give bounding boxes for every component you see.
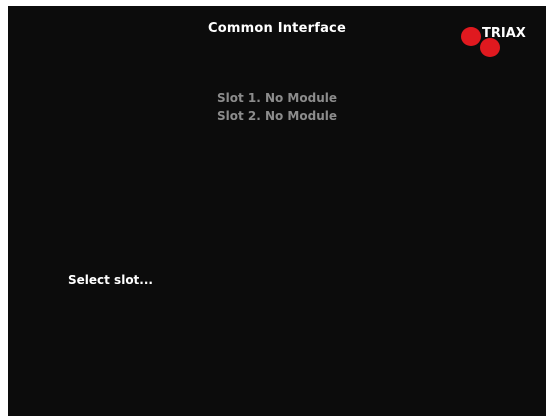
slot-item-2[interactable]: Slot 2. No Module	[8, 107, 546, 125]
brand-text: TRIAX	[482, 26, 526, 41]
slot-list: Slot 1. No Module Slot 2. No Module	[8, 89, 546, 125]
slot-item-1[interactable]: Slot 1. No Module	[8, 89, 546, 107]
tv-menu-screen: Common Interface TRIAX Slot 1. No Module…	[8, 6, 546, 416]
brand-logo: TRIAX	[458, 22, 538, 62]
logo-dot-1	[461, 27, 481, 46]
instruction-text: Select slot...	[68, 273, 153, 287]
